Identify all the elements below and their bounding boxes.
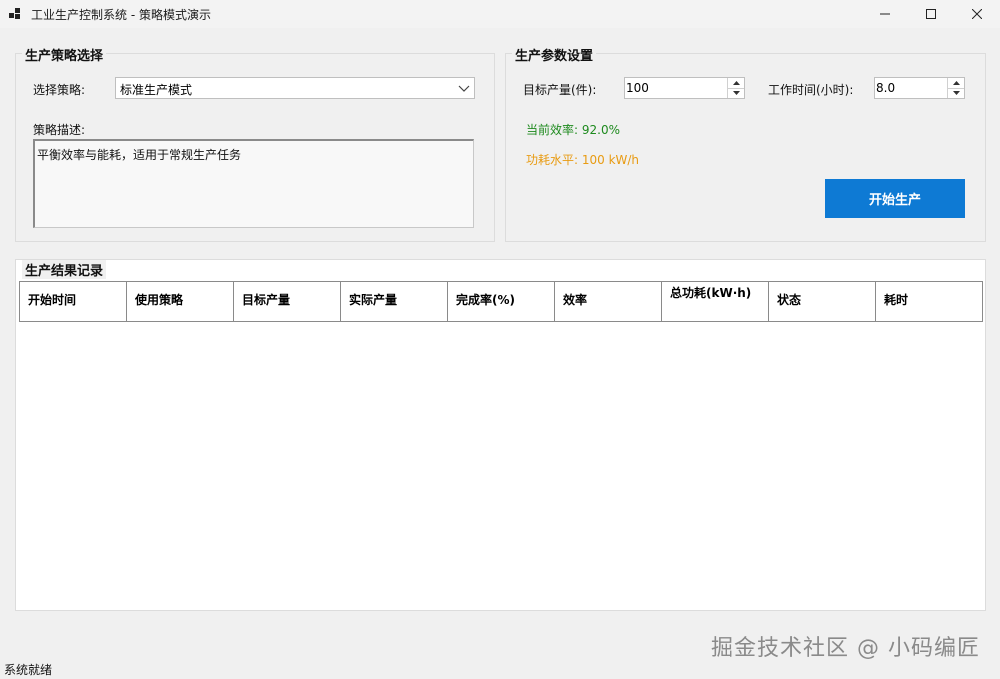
column-header[interactable]: 状态 bbox=[768, 281, 876, 322]
maximize-icon bbox=[926, 9, 936, 19]
column-header[interactable]: 总功耗(kW·h) bbox=[661, 281, 769, 322]
strategy-description-text: 平衡效率与能耗，适用于常规生产任务 bbox=[37, 148, 242, 162]
column-header[interactable]: 实际产量 bbox=[340, 281, 448, 322]
target-output-spinner[interactable] bbox=[727, 78, 744, 98]
spin-down-icon[interactable] bbox=[948, 88, 964, 98]
params-group-title: 生产参数设置 bbox=[512, 45, 597, 64]
minimize-button[interactable] bbox=[862, 0, 908, 28]
strategy-select-label: 选择策略: bbox=[33, 83, 86, 97]
target-output-value: 100 bbox=[626, 81, 649, 95]
strategy-combobox[interactable]: 标准生产模式 bbox=[115, 77, 475, 99]
results-group-title: 生产结果记录 bbox=[22, 260, 107, 279]
minimize-icon bbox=[880, 13, 890, 15]
strategy-description-label: 策略描述: bbox=[33, 123, 86, 137]
close-button[interactable] bbox=[954, 0, 1000, 28]
strategy-group-title: 生产策略选择 bbox=[22, 45, 107, 64]
work-hours-input[interactable]: 8.0 bbox=[874, 77, 965, 99]
work-hours-spinner[interactable] bbox=[947, 78, 964, 98]
maximize-button[interactable] bbox=[908, 0, 954, 28]
title-bar: 工业生产控制系统 - 策略模式演示 bbox=[0, 0, 1000, 28]
column-header[interactable]: 耗时 bbox=[875, 281, 983, 322]
column-header[interactable]: 目标产量 bbox=[233, 281, 341, 322]
column-header[interactable]: 使用策略 bbox=[126, 281, 234, 322]
work-hours-value: 8.0 bbox=[876, 81, 896, 95]
current-efficiency-text: 当前效率: 92.0% bbox=[526, 123, 620, 137]
column-header[interactable]: 开始时间 bbox=[19, 281, 127, 322]
strategy-selected-value: 标准生产模式 bbox=[120, 83, 193, 97]
spin-down-icon[interactable] bbox=[728, 88, 744, 98]
column-header[interactable]: 效率 bbox=[554, 281, 662, 322]
target-output-input[interactable]: 100 bbox=[624, 77, 745, 99]
app-icon bbox=[9, 8, 21, 20]
watermark: 掘金技术社区 @ 小码编匠 bbox=[711, 636, 980, 661]
close-icon bbox=[972, 9, 982, 19]
results-header-row: 开始时间 使用策略 目标产量 实际产量 完成率(%) 效率 总功耗(kW·h) … bbox=[19, 281, 983, 322]
window-title: 工业生产控制系统 - 策略模式演示 bbox=[31, 8, 211, 22]
status-bar-text: 系统就绪 bbox=[4, 663, 53, 677]
results-table[interactable]: 开始时间 使用策略 目标产量 实际产量 完成率(%) 效率 总功耗(kW·h) … bbox=[19, 281, 983, 322]
work-hours-label: 工作时间(小时): bbox=[768, 83, 854, 97]
chevron-down-icon bbox=[458, 85, 470, 92]
power-level-text: 功耗水平: 100 kW/h bbox=[526, 153, 640, 167]
column-header[interactable]: 完成率(%) bbox=[447, 281, 555, 322]
strategy-description-box[interactable]: 平衡效率与能耗，适用于常规生产任务 bbox=[33, 139, 474, 228]
start-production-button[interactable]: 开始生产 bbox=[825, 179, 965, 218]
target-output-label: 目标产量(件): bbox=[523, 83, 597, 97]
results-group: 开始时间 使用策略 目标产量 实际产量 完成率(%) 效率 总功耗(kW·h) … bbox=[15, 259, 986, 611]
